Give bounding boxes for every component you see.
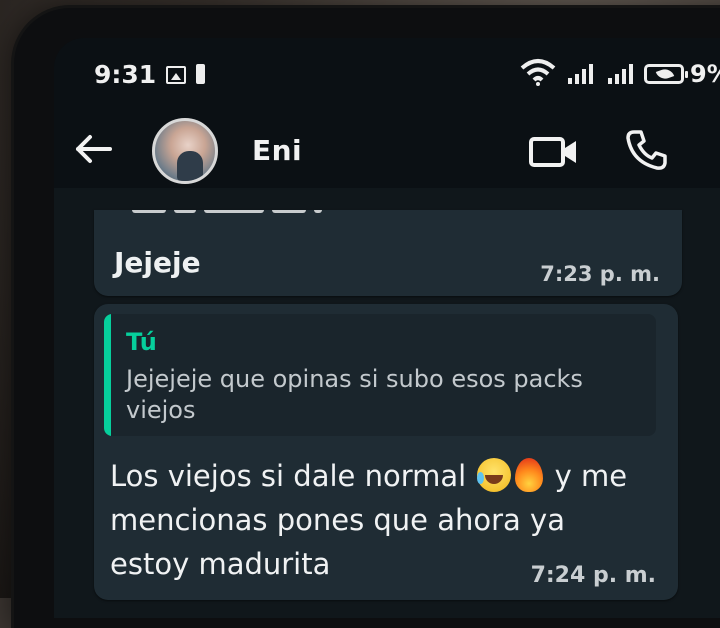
video-camera-icon[interactable] bbox=[528, 134, 580, 170]
phone-icon[interactable] bbox=[624, 128, 668, 172]
battery-percent: 9% bbox=[690, 60, 720, 88]
battery-saver-icon bbox=[196, 64, 205, 84]
message-bubble[interactable]: Jejeje 7:23 p. m. bbox=[94, 210, 682, 296]
quoted-text: Jejejeje que opinas si subo esos packs v… bbox=[126, 365, 583, 424]
battery-leaf-icon bbox=[644, 64, 688, 84]
wifi-icon bbox=[520, 59, 556, 86]
avatar[interactable] bbox=[152, 118, 218, 184]
message-bubble[interactable]: Tú Jejejeje que opinas si subo esos pack… bbox=[94, 304, 678, 600]
message-text-part: Los viejos si dale normal bbox=[110, 459, 467, 493]
gallery-icon bbox=[166, 66, 186, 84]
chat-header: Eni bbox=[54, 108, 720, 188]
status-time: 9:31 bbox=[94, 60, 157, 89]
quote-accent-bar bbox=[104, 314, 111, 436]
message-time: 7:23 p. m. bbox=[540, 262, 660, 286]
contact-name[interactable]: Eni bbox=[252, 134, 302, 167]
chat-screen: 9:31 9% bbox=[54, 38, 720, 618]
message-time: 7:24 p. m. bbox=[530, 563, 656, 588]
phone-frame: 9:31 9% bbox=[14, 8, 720, 628]
signal-icon bbox=[608, 64, 633, 84]
laughing-tears-emoji bbox=[477, 458, 512, 492]
signal-icon bbox=[568, 64, 593, 84]
back-arrow-icon[interactable] bbox=[74, 134, 114, 164]
fire-emoji bbox=[515, 458, 544, 492]
message-text: Jejeje bbox=[114, 246, 201, 279]
quoted-message[interactable]: Tú Jejejeje que opinas si subo esos pack… bbox=[104, 314, 656, 436]
cut-off-text bbox=[126, 210, 366, 222]
quoted-author: Tú bbox=[126, 328, 157, 356]
status-bar: 9:31 9% bbox=[54, 38, 720, 108]
